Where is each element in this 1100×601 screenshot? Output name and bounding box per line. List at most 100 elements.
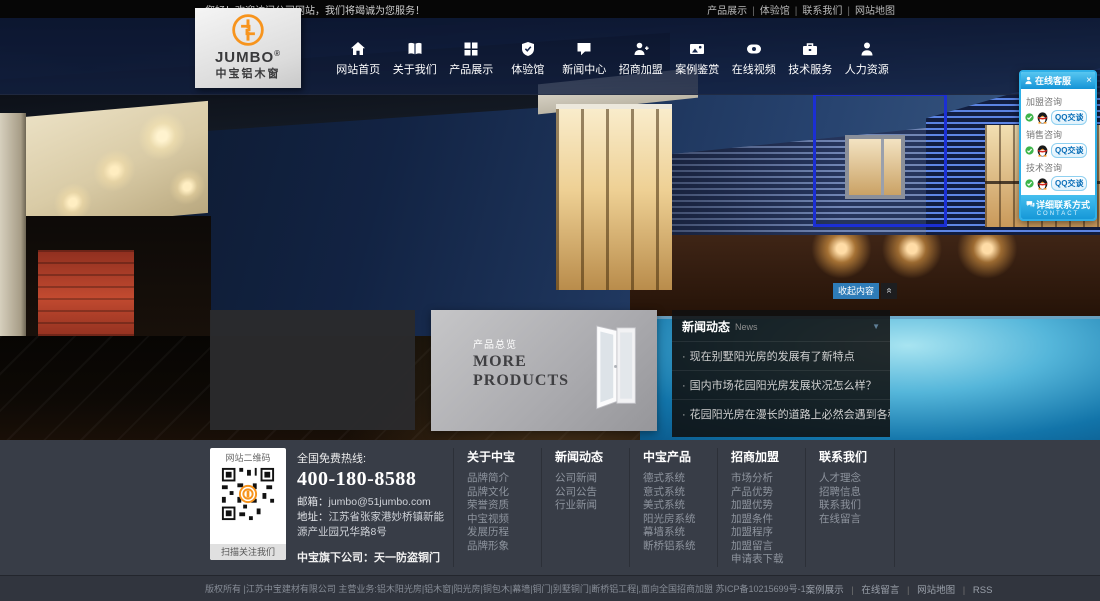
more-products-banner[interactable]: 产品总览 MORE PRODUCTS xyxy=(431,310,657,431)
bottom-link-rss[interactable]: RSS xyxy=(973,585,993,596)
footer-link[interactable]: 加盟条件 xyxy=(731,513,805,527)
nav-item-about[interactable]: 关于我们 xyxy=(387,18,444,95)
nav-item-showroom[interactable]: 体验馆 xyxy=(500,18,557,95)
divider: | xyxy=(907,585,909,596)
footer-column-title: 关于中宝 xyxy=(467,448,541,465)
news-panel: 新闻动态 News ▼ ·现在别墅阳光房的发展有了新特点 ·国内市场花园阳光房发… xyxy=(672,310,890,437)
highlight-rectangle xyxy=(813,93,947,227)
topbar-link-products[interactable]: 产品展示 xyxy=(707,6,747,17)
nav-item-franchise[interactable]: 招商加盟 xyxy=(613,18,670,95)
news-item[interactable]: ·现在别墅阳光房的发展有了新特点 xyxy=(672,341,890,370)
footer-link[interactable]: 阳光房系统 xyxy=(643,513,717,527)
footer-link[interactable]: 意式系统 xyxy=(643,486,717,500)
qq-chat-button[interactable]: QQ交谈 xyxy=(1051,110,1087,125)
nav-item-news[interactable]: 新闻中心 xyxy=(556,18,613,95)
footer-link[interactable]: 断桥铝系统 xyxy=(643,540,717,554)
footer-link[interactable]: 荣誉资质 xyxy=(467,499,541,513)
footer-link[interactable]: 加盟优势 xyxy=(731,499,805,513)
footer: 网站二维码 扫描关注我们 xyxy=(0,440,1100,575)
footer-link[interactable]: 申请表下载 xyxy=(731,553,805,567)
footer-link[interactable]: 在线留言 xyxy=(819,513,894,527)
nav-item-services[interactable]: 技术服务 xyxy=(782,18,839,95)
footer-column-products: 中宝产品 德式系统 意式系统 美式系统 阳光房系统 幕墙系统 断桥铝系统 xyxy=(629,448,717,567)
bottom-link-cases[interactable]: 案例展示 xyxy=(806,585,844,596)
topbar-link-contact[interactable]: 联系我们 xyxy=(802,6,842,17)
footer-link[interactable]: 中宝视频 xyxy=(467,513,541,527)
footer-link[interactable]: 公司公告 xyxy=(555,486,629,500)
footer-link[interactable]: 公司新闻 xyxy=(555,472,629,486)
contact-details-en: CONTACT xyxy=(1023,211,1093,217)
online-status-icon xyxy=(1025,146,1034,155)
service-panel-title: 在线客服 xyxy=(1035,74,1086,87)
qq-penguin-icon xyxy=(1036,177,1049,190)
nav-item-label: 案例鉴赏 xyxy=(675,61,719,77)
topbar: 您好！欢迎访问公司网站，我们将竭诚为您服务！ 产品展示|体验馆|联系我们|网站地… xyxy=(0,0,1100,18)
close-icon[interactable]: × xyxy=(1086,76,1092,86)
service-group-label: 销售咨询 xyxy=(1026,128,1091,141)
footer-link[interactable]: 产品优势 xyxy=(731,486,805,500)
footer-link[interactable]: 加盟留言 xyxy=(731,540,805,554)
nav-item-label: 网站首页 xyxy=(336,61,380,77)
footer-column-title: 招商加盟 xyxy=(731,448,805,465)
topbar-link-showroom[interactable]: 体验馆 xyxy=(760,6,790,17)
footer-link[interactable]: 行业新闻 xyxy=(555,499,629,513)
email-line: 邮箱：jumbo@51jumbo.com xyxy=(297,495,449,510)
news-item[interactable]: ·花园阳光房在漫长的道路上必然会遇到各种挑战 xyxy=(672,399,890,428)
contact-details-button[interactable]: 详细联系方式 CONTACT xyxy=(1021,195,1095,219)
hero-banner: 网站首页 关于我们 产品展示 体验馆 xyxy=(0,18,1100,440)
divider: | xyxy=(795,6,798,17)
footer-link[interactable]: 加盟程序 xyxy=(731,526,805,540)
logo-emblem-icon xyxy=(231,13,265,47)
footer-link[interactable]: 品牌文化 xyxy=(467,486,541,500)
footer-link[interactable]: 德式系统 xyxy=(643,472,717,486)
footer-link[interactable]: 发展历程 xyxy=(467,526,541,540)
collapse-arrow-button[interactable]: « xyxy=(881,283,897,299)
nav-item-cases[interactable]: 案例鉴赏 xyxy=(669,18,726,95)
footer-link[interactable]: 招聘信息 xyxy=(819,486,894,500)
nav-item-label: 在线视频 xyxy=(732,61,776,77)
footer-link[interactable]: 人才理念 xyxy=(819,472,894,486)
news-item[interactable]: ·国内市场花园阳光房发展状况怎么样？ xyxy=(672,370,890,399)
footer-column-title: 新闻动态 xyxy=(555,448,629,465)
chevron-down-icon[interactable]: ▼ xyxy=(872,322,880,331)
collapse-content-button[interactable]: 收起内容 xyxy=(833,283,879,299)
more-products-text: MORE PRODUCTS xyxy=(473,352,569,390)
footer-link[interactable]: 品牌形象 xyxy=(467,540,541,554)
footer-column-about: 关于中宝 品牌简介 品牌文化 荣誉资质 中宝视频 发展历程 品牌形象 xyxy=(453,448,541,567)
bottom-link-sitemap[interactable]: 网站地图 xyxy=(917,585,955,596)
footer-column-contact: 联系我们 人才理念 招聘信息 联系我们 在线留言 xyxy=(805,448,895,567)
footer-link[interactable]: 市场分析 xyxy=(731,472,805,486)
qq-chat-button[interactable]: QQ交谈 xyxy=(1051,143,1087,158)
footer-link[interactable]: 品牌简介 xyxy=(467,472,541,486)
window-product-image xyxy=(593,320,639,412)
service-panel-body: 加盟咨询 QQ交谈 销售咨询 QQ交谈 技术咨询 QQ交谈 xyxy=(1021,89,1095,195)
hero-wood-wall xyxy=(630,235,1100,320)
logo[interactable]: JUMBO® 中宝铝木窗 xyxy=(195,8,301,88)
bottom-link-message[interactable]: 在线留言 xyxy=(861,585,899,596)
footer-link[interactable]: 联系我们 xyxy=(819,499,894,513)
qq-row: QQ交谈 xyxy=(1025,176,1091,191)
subsidiary-line: 中宝旗下公司：天一防盗铜门 xyxy=(297,549,449,565)
divider: | xyxy=(752,6,755,17)
grid-icon xyxy=(463,41,479,57)
bottom-bar: 版权所有 |江苏中宝建材有限公司 主营业务:铝木阳光房|铝木窗|阳光房|铜包木|… xyxy=(0,575,1100,601)
nav-item-products[interactable]: 产品展示 xyxy=(443,18,500,95)
qr-card: 网站二维码 扫描关注我们 xyxy=(210,448,286,560)
nav-item-videos[interactable]: 在线视频 xyxy=(726,18,783,95)
topbar-link-sitemap[interactable]: 网站地图 xyxy=(855,6,895,17)
book-icon xyxy=(407,41,423,57)
footer-link[interactable]: 幕墙系统 xyxy=(643,526,717,540)
footer-link[interactable]: 美式系统 xyxy=(643,499,717,513)
nav-item-hr[interactable]: 人力资源 xyxy=(839,18,896,95)
news-panel-header: 新闻动态 News ▼ xyxy=(672,310,890,341)
nav-menu: 网站首页 关于我们 产品展示 体验馆 xyxy=(330,18,895,95)
nav-item-home[interactable]: 网站首页 xyxy=(330,18,387,95)
news-bubble-icon xyxy=(576,41,592,57)
qq-chat-button[interactable]: QQ交谈 xyxy=(1051,176,1087,191)
footer-column-news: 新闻动态 公司新闻 公司公告 行业新闻 xyxy=(541,448,629,567)
footer-column-title: 中宝产品 xyxy=(643,448,717,465)
bottom-links: 案例展示 | 在线留言 | 网站地图 | RSS xyxy=(806,582,993,596)
person-icon xyxy=(1024,76,1033,85)
qr-caption: 扫描关注我们 xyxy=(210,544,286,560)
chevron-up-icon: « xyxy=(882,288,897,294)
